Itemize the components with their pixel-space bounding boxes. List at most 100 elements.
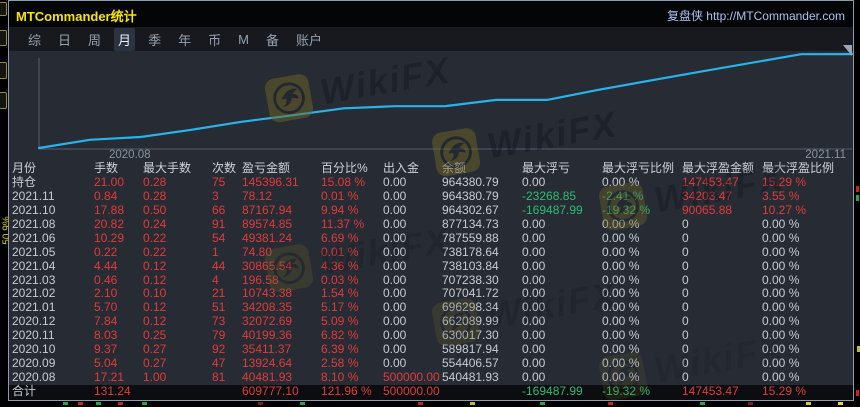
side-button[interactable] [0,62,7,79]
table-cell: 2020.09 [12,356,56,371]
table-cell: 0.00 % [602,244,640,259]
background-artifact [96,402,101,405]
table-cell: 2021.05 [12,244,56,259]
table-cell: 73 [212,314,226,329]
table-cell: 15.29 % [762,174,807,189]
table-cell: 17.21 [94,370,125,385]
menu-item[interactable]: 周 [84,28,105,51]
table-cell: 0.84 [94,188,118,203]
table-row[interactable]: 2021.05 0.22 0.22 1 74.80 0.01 % 0.00 738178.64… [9,244,853,260]
table-cell: 0.00 [522,300,546,315]
table-row[interactable]: 2021.10 17.88 0.50 66 87167.94 9.94 % 0.00 9643… [9,202,853,218]
table-cell: 2021.10 [12,202,56,217]
table-cell: 0.00 % [762,342,800,357]
table-row[interactable]: 2021.01 5.70 0.12 51 34208.35 5.17 % 0.00 69629… [9,300,853,315]
table-row[interactable]: 2021.08 20.82 0.24 91 89574.85 11.37 % 0.00 877… [9,216,853,232]
menu-item[interactable]: 季 [144,28,165,51]
table-row[interactable]: 2020.11 8.03 0.25 79 40199.36 6.82 % 0.00 63001… [9,328,853,343]
side-button[interactable] [0,92,7,109]
table-cell: -19.32 % [602,384,651,398]
table-cell: 0 [682,328,689,343]
table-row[interactable]: 持仓 21.00 0.28 75 145396.31 15.08 % 0.00 964380.… [9,174,853,190]
menu-item[interactable]: 账户 [292,28,326,51]
menu-item[interactable]: 月 [114,27,136,51]
table-cell: 2020.10 [12,342,56,357]
table-cell: 月份 [12,161,37,175]
table-row[interactable]: 2021.02 2.10 0.10 21 10743.38 1.54 % 0.00 70704… [9,286,853,301]
table-cell: 1.54 % [321,286,359,301]
table-row[interactable]: 2021.06 10.29 0.22 54 49381.24 6.69 % 0.00 7875… [9,230,853,246]
table-cell: 0 [682,258,689,273]
menu-item[interactable]: M [234,30,253,49]
table-cell: 3 [212,188,219,203]
table-cell: 877134.73 [442,216,499,231]
menu-item[interactable]: 年 [174,28,195,51]
background-artifact [748,402,753,405]
table-cell: 0.00 % [762,258,800,273]
table-cell: 0.00 % [762,286,800,301]
table-cell: 0.00 % [602,216,640,231]
table-cell: 0.00 % [762,314,800,329]
table-cell: 0.00 [383,286,407,301]
table-cell: 0.46 [94,272,118,287]
table-cell: 79 [212,328,226,343]
table-row[interactable]: 2021.11 0.84 0.28 3 78.12 0.01 % 0.00 964380.79… [9,188,853,204]
brand-link[interactable]: 复盘侠 http://MTCommander.com [667,7,845,24]
menu-item[interactable]: 综 [24,28,45,51]
table-cell: 81 [212,370,226,385]
table-row[interactable]: 2020.08 17.21 1.00 81 40481.93 8.10 % 500000.0… [9,370,853,385]
corner-arrow-icon[interactable] [843,45,852,56]
table-cell: 4.36 % [321,258,359,273]
table-cell: 最大手数 [143,161,192,175]
table-cell: -169487.99 [522,384,583,398]
table-cell: 持仓 [12,174,37,189]
table-cell: 0 [682,356,689,371]
side-button[interactable] [0,30,7,46]
table-cell: 2021.02 [12,286,56,301]
table-cell: 手数 [94,161,119,175]
table-cell: 0 [682,342,689,357]
table-cell: 787559.88 [442,230,499,245]
side-button[interactable] [0,2,7,16]
table-cell: 13924.64 [242,356,293,371]
table-cell: 0 [682,300,689,315]
table-row[interactable]: 2020.10 9.37 0.27 92 35411.37 6.39 % 0.00 58981… [9,342,853,357]
table-row[interactable]: 2021.04 4.44 0.12 44 30865.54 4.36 % 0.00 73810… [9,258,853,274]
table-row[interactable]: 2020.09 5.04 0.27 47 13924.64 2.58 % 0.00 55440… [9,356,853,371]
table-cell: 0.12 [143,272,167,287]
table-row[interactable]: 2021.03 0.46 0.12 4 196.58 0.03 % 0.00 707238.3… [9,272,853,288]
table-cell: 0.12 [143,314,167,329]
table-cell: 89574.85 [242,216,293,231]
table-cell: 0.22 [143,244,167,259]
table-row[interactable]: 合计 131.24 609777.10 121.96 % 500000.00 -16948… [9,384,853,400]
table-cell: 最大浮亏比例 [602,161,675,175]
menu-item[interactable]: 备 [262,28,283,51]
table-cell: 0.00 [522,356,546,371]
menu-item[interactable]: 币 [204,28,225,51]
table-cell: 0.10 [143,286,167,301]
background-artifact [418,402,423,405]
background-artifact [78,402,83,405]
table-header-row[interactable]: 月份 手数 最大手数 次数 盈亏金额 百分比% 出入金 余额 最大浮亏 最大浮亏比例 最大浮盈金额最… [9,161,853,176]
table-row[interactable]: 2020.12 7.84 0.12 73 32072.69 5.09 % 0.00 66208… [9,314,853,329]
table-cell: 964380.79 [442,174,499,189]
table-cell: 0.00 [522,216,546,231]
table-cell: 66 [212,202,226,217]
table-cell: 0.00 % [762,356,800,371]
table-cell: 964302.67 [442,202,499,217]
table-cell: 6.69 % [321,230,359,245]
table-cell: 0.00 [383,300,407,315]
table-cell: 21.00 [94,174,125,189]
background-artifact [142,402,147,405]
table-cell: 0.00 [522,328,546,343]
table-cell: 34203.47 [682,188,733,203]
table-cell: 15.08 % [321,174,366,189]
table-cell: 0.00 [383,356,407,371]
menu-item[interactable]: 日 [54,28,75,51]
table-cell: 5.70 [94,300,118,315]
title-bar: MTCommander统计 复盘侠 http://MTCommander.com [9,1,853,27]
table-cell: 0 [682,244,689,259]
table-cell: 35411.37 [242,342,292,357]
table-cell: 最大浮盈金额 [682,161,755,175]
table-cell: 2021.04 [12,258,56,273]
